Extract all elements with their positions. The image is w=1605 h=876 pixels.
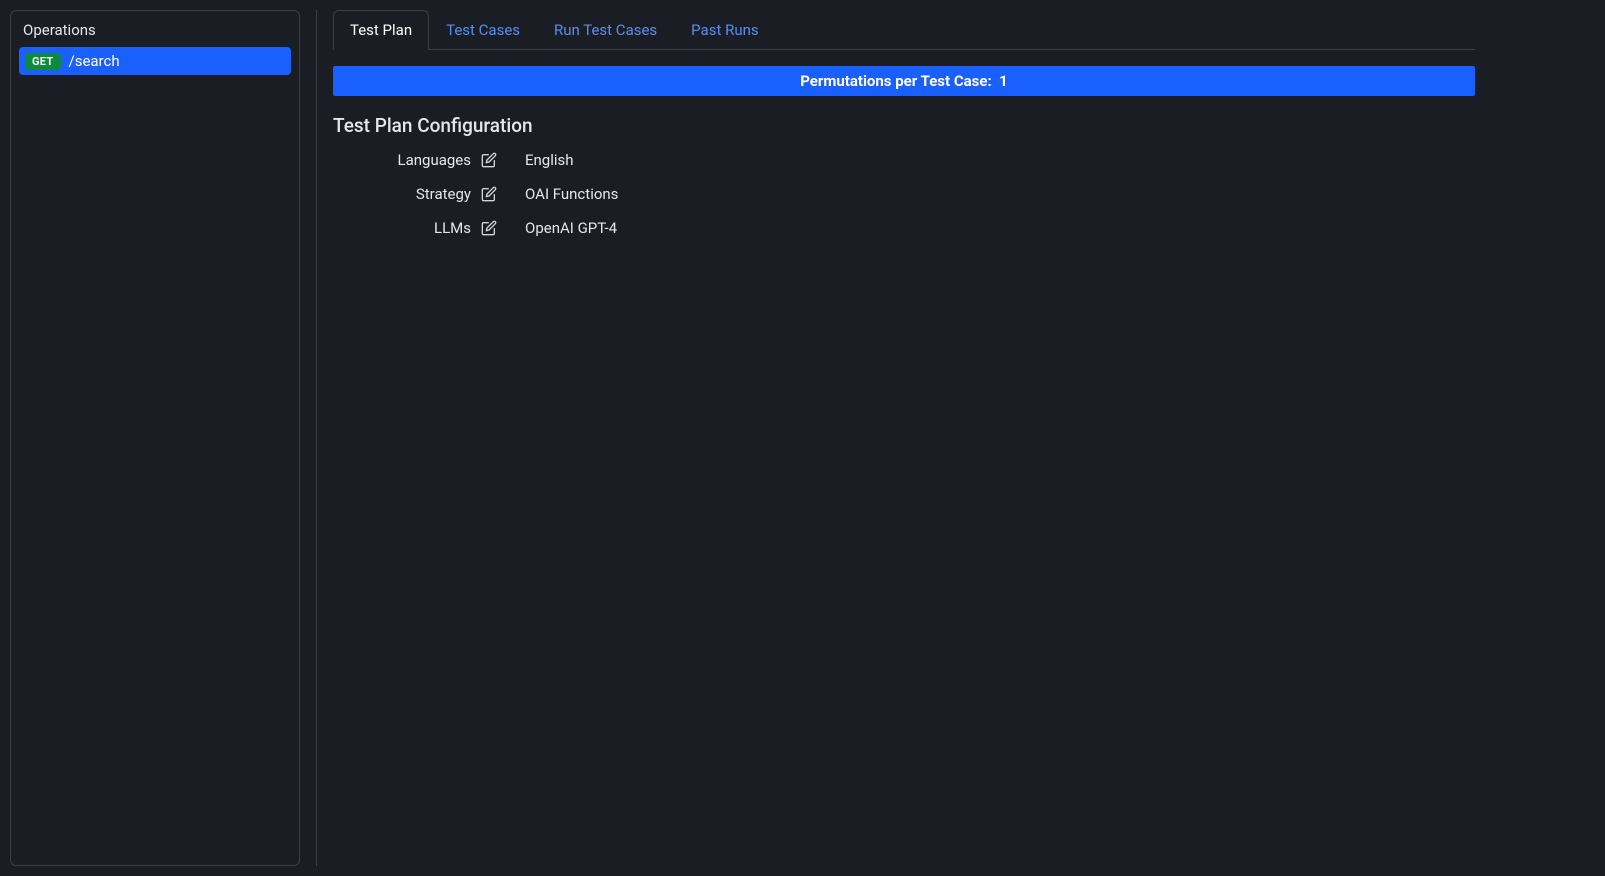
config-row-llms: LLMs OpenAI GPT-4 [333, 219, 1475, 237]
config-row-languages: Languages English [333, 151, 1475, 169]
tab-bar: Test Plan Test Cases Run Test Cases Past… [333, 10, 1475, 50]
permutations-label: Permutations per Test Case: [800, 72, 992, 90]
config-label-wrap: Languages [333, 151, 503, 169]
config-section-title: Test Plan Configuration [333, 114, 1475, 137]
permutations-banner: Permutations per Test Case: 1 [333, 66, 1475, 96]
tab-content: Permutations per Test Case: 1 Test Plan … [333, 50, 1475, 253]
permutations-value: 1 [999, 72, 1008, 90]
operations-sidebar: Operations GET /search [10, 10, 300, 866]
config-row-strategy: Strategy OAI Functions [333, 185, 1475, 203]
config-label: Strategy [416, 185, 471, 203]
config-label: Languages [398, 151, 472, 169]
vertical-divider [316, 10, 317, 866]
config-label: LLMs [434, 219, 471, 237]
config-value: OAI Functions [503, 185, 618, 203]
tab-test-cases[interactable]: Test Cases [429, 10, 537, 49]
http-method-badge: GET [25, 53, 61, 70]
main-content: Test Plan Test Cases Run Test Cases Past… [333, 10, 1595, 866]
edit-icon[interactable] [481, 186, 497, 202]
tab-past-runs[interactable]: Past Runs [674, 10, 775, 49]
tab-test-plan[interactable]: Test Plan [333, 10, 429, 50]
operation-item-search[interactable]: GET /search [19, 47, 291, 75]
edit-icon[interactable] [481, 152, 497, 168]
config-label-wrap: Strategy [333, 185, 503, 203]
config-label-wrap: LLMs [333, 219, 503, 237]
config-value: English [503, 151, 574, 169]
operation-path: /search [69, 52, 120, 70]
sidebar-title: Operations [19, 19, 291, 47]
config-value: OpenAI GPT-4 [503, 219, 617, 237]
edit-icon[interactable] [481, 220, 497, 236]
tab-run-test-cases[interactable]: Run Test Cases [537, 10, 674, 49]
